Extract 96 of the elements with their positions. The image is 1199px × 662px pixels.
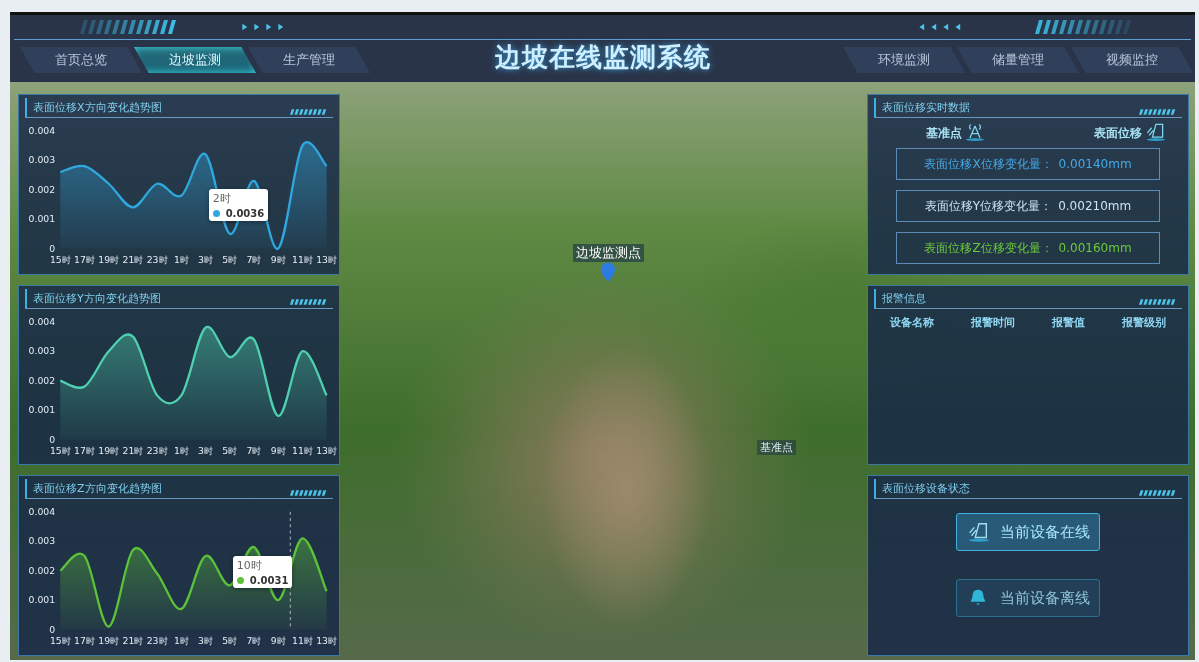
- axis-label: 23时: [146, 253, 168, 265]
- nav-tab[interactable]: 首页总览: [20, 47, 142, 73]
- page-title: 边坡在线监测系统: [494, 40, 711, 74]
- stripe-icon: [289, 489, 329, 496]
- axis-label: 11时: [292, 444, 313, 456]
- axis-label: 13时: [316, 253, 337, 265]
- axis-label: 9时: [270, 635, 286, 647]
- panel-title: 表面位移Z方向变化趋势图: [33, 481, 162, 497]
- panel-title: 表面位移设备状态: [882, 481, 970, 497]
- axis-label: 0.002: [28, 183, 56, 195]
- stripe-icon: [1138, 108, 1178, 115]
- status-label: 当前设备在线: [1000, 522, 1090, 542]
- column-header: 报警级别: [1121, 314, 1166, 330]
- axis-label: 17时: [74, 253, 95, 265]
- axis-label: 15时: [49, 253, 71, 265]
- displacement-icon: [1144, 122, 1166, 142]
- axis-label: 0.003: [28, 345, 56, 356]
- tooltip-value: 0.0031: [249, 575, 289, 587]
- nav-tab[interactable]: 生产管理: [248, 47, 370, 73]
- axis-label: 0.004: [28, 315, 56, 327]
- reading-value: 0.00140mm: [1058, 157, 1132, 171]
- panel-title: 表面位移实时数据: [882, 100, 970, 115]
- map-pin-icon[interactable]: [601, 261, 616, 282]
- axis-label: 9时: [270, 444, 286, 456]
- nav-tab[interactable]: 储量管理: [957, 47, 1079, 73]
- axis-label: 1时: [173, 253, 189, 265]
- axis-label: 15时: [49, 635, 71, 647]
- axis-label: 7时: [246, 635, 262, 647]
- axis-label: 0.004: [28, 124, 56, 136]
- tooltip-label: 10时: [236, 558, 263, 574]
- stripe-icon: [289, 108, 329, 115]
- axis-label: 0: [49, 242, 56, 254]
- axis-label: 21时: [122, 253, 144, 265]
- map-marker-label: 边坡监测点: [572, 243, 644, 262]
- stripe-icon: [1138, 299, 1178, 306]
- reading-value: 0.00160mm: [1058, 241, 1132, 255]
- reading-label: 表面位移X位移变化量：: [924, 155, 1053, 173]
- axis-label: 13时: [316, 444, 337, 456]
- axis-label: 19时: [98, 635, 120, 647]
- panel-title: 表面位移X方向变化趋势图: [33, 100, 162, 115]
- axis-label: 23时: [146, 444, 168, 456]
- legend-label: 表面位移: [1094, 125, 1142, 142]
- axis-label: 5时: [222, 253, 238, 265]
- axis-label: 0.001: [28, 403, 56, 415]
- displacement-icon: [966, 521, 990, 544]
- nav-tab[interactable]: 边坡监测: [134, 47, 256, 73]
- panel-title: 报警信息: [882, 290, 926, 306]
- reading-label: 表面位移Y位移变化量：: [924, 197, 1053, 215]
- column-header: 报警时间: [971, 314, 1016, 330]
- axis-label: 0.004: [28, 506, 56, 518]
- axis-label: 13时: [316, 635, 337, 647]
- axis-label: 0.003: [28, 535, 56, 547]
- axis-label: 1时: [173, 444, 189, 456]
- axis-label: 9时: [270, 253, 286, 265]
- map-marker-label: 基准点: [756, 440, 796, 456]
- stripe-icon: [289, 299, 329, 306]
- axis-label: 15时: [49, 444, 71, 456]
- axis-label: 0.001: [28, 594, 56, 606]
- axis-label: 0.002: [28, 374, 56, 386]
- series-dot: [236, 577, 244, 585]
- axis-label: 21时: [122, 635, 144, 647]
- status-label: 当前设备离线: [1000, 588, 1090, 608]
- axis-label: 23时: [146, 635, 168, 647]
- column-header: 设备名称: [890, 314, 935, 330]
- axis-label: 3时: [198, 253, 213, 265]
- axis-label: 3时: [198, 635, 213, 647]
- tooltip-value: 0.0036: [225, 207, 265, 219]
- series-dot: [212, 209, 220, 217]
- axis-label: 11时: [292, 253, 313, 265]
- axis-label: 11时: [292, 635, 313, 647]
- column-header: 报警值: [1051, 314, 1085, 330]
- axis-label: 7时: [246, 253, 262, 265]
- axis-label: 1时: [173, 635, 189, 647]
- axis-label: 17时: [74, 444, 95, 456]
- nav-tab[interactable]: 视频监控: [1071, 47, 1193, 73]
- reading-label: 表面位移Z位移变化量：: [924, 239, 1053, 257]
- axis-label: 19时: [98, 444, 120, 456]
- legend-label: 基准点: [926, 125, 962, 142]
- nav-tab[interactable]: 环境监测: [843, 47, 965, 73]
- axis-label: 0: [49, 623, 56, 635]
- axis-label: 0: [49, 433, 56, 445]
- reading-value: 0.00210mm: [1058, 199, 1132, 213]
- axis-label: 0.001: [28, 213, 56, 225]
- antenna-icon: [964, 122, 986, 142]
- axis-label: 19时: [98, 253, 120, 265]
- axis-label: 3时: [198, 444, 213, 456]
- axis-label: 0.003: [28, 154, 56, 166]
- axis-label: 17时: [74, 635, 95, 647]
- stripe-icon: [1138, 489, 1178, 496]
- panel-title: 表面位移Y方向变化趋势图: [33, 290, 161, 306]
- axis-label: 5时: [222, 444, 238, 456]
- axis-label: 0.002: [28, 565, 56, 577]
- axis-label: 21时: [122, 444, 144, 456]
- axis-label: 7时: [246, 444, 262, 456]
- axis-label: 5时: [222, 635, 238, 647]
- tooltip-label: 2时: [212, 190, 232, 206]
